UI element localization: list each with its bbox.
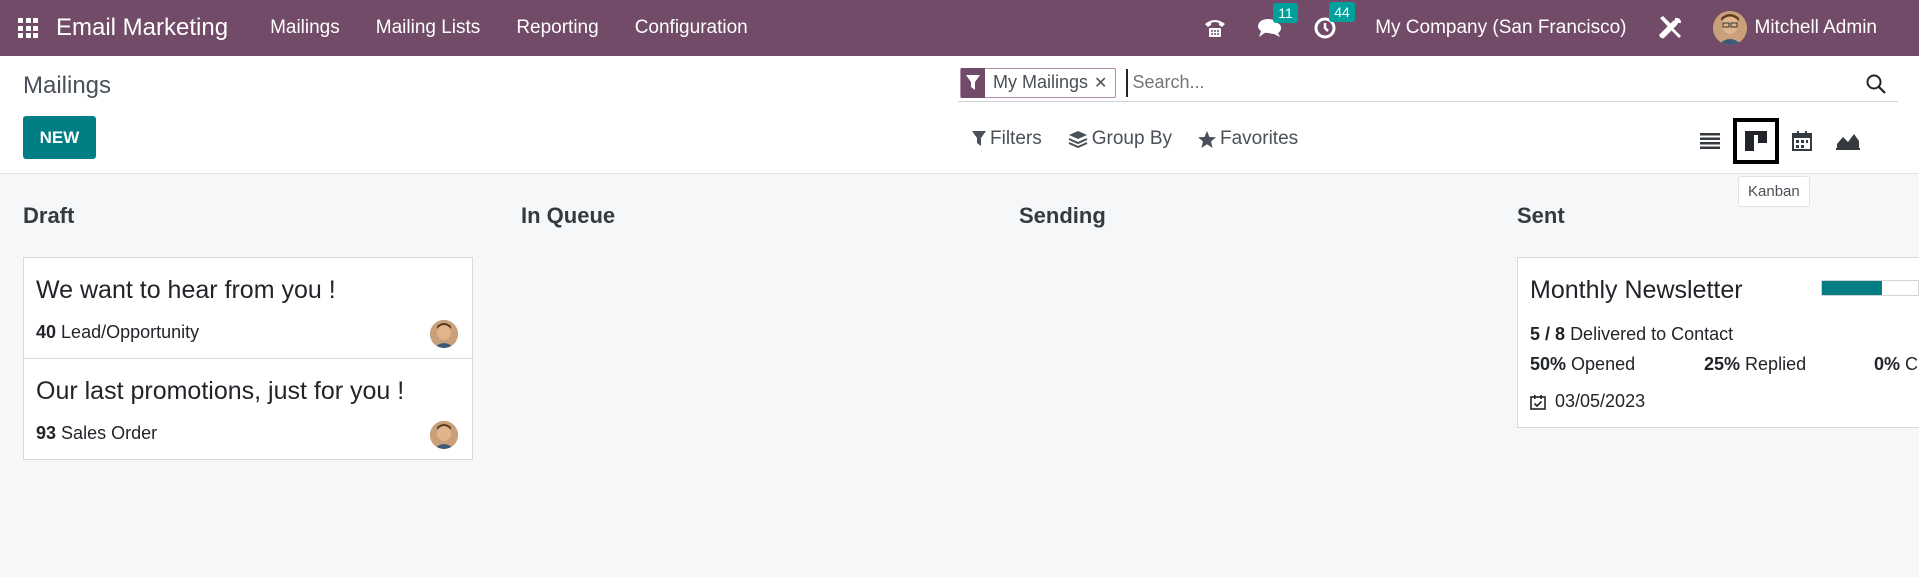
delivered-count: 5	[1530, 324, 1541, 344]
filter-icon	[961, 67, 985, 98]
kanban-card[interactable]: Our last promotions, just for you ! 93 S…	[23, 358, 473, 460]
breadcrumb: Mailings	[23, 72, 112, 99]
activities-badge: 44	[1329, 2, 1355, 22]
user-avatar[interactable]	[1712, 11, 1747, 45]
card-title: Monthly Newsletter	[1530, 276, 1743, 304]
menu-reporting[interactable]: Reporting	[498, 17, 616, 39]
menu-mailing-lists[interactable]: Mailing Lists	[358, 17, 499, 39]
recipient-count: 93	[36, 423, 57, 443]
filters-button[interactable]: Filters	[972, 128, 1042, 150]
clicked-value: 0%	[1874, 354, 1901, 374]
messages-badge: 11	[1273, 3, 1298, 23]
activities-icon[interactable]: 44	[1313, 2, 1355, 40]
opened-value: 50%	[1530, 354, 1567, 374]
layers-icon	[1068, 131, 1088, 148]
view-switcher	[1687, 118, 1871, 164]
clicked-label: C	[1905, 354, 1919, 374]
recipient-model: Sales Order	[61, 423, 158, 443]
kanban-card[interactable]: We want to hear from you ! 40 Lead/Oppor…	[23, 257, 473, 359]
filters-label: Filters	[990, 128, 1042, 149]
delivered-total: 8	[1555, 324, 1566, 344]
clicked-stat: 0% C	[1874, 354, 1918, 375]
new-button[interactable]: NEW	[23, 116, 96, 159]
delivered-separator: /	[1540, 324, 1556, 344]
replied-value: 25%	[1704, 354, 1741, 374]
messages-icon[interactable]: 11	[1257, 3, 1298, 39]
column-title-in-queue[interactable]: In Queue	[521, 203, 615, 229]
opened-label: Opened	[1571, 354, 1636, 374]
systray: 11 44 My Company (San Francisco) Mitchel…	[1203, 0, 1919, 56]
company-switcher[interactable]: My Company (San Francisco)	[1375, 17, 1626, 39]
date-value: 03/05/2023	[1555, 391, 1646, 411]
opened-stat: 50% Opened	[1530, 354, 1635, 375]
menu-mailings[interactable]: Mailings	[252, 17, 358, 39]
column-title-draft[interactable]: Draft	[23, 203, 74, 229]
search-options: Filters Group By Favorites	[972, 128, 1324, 150]
search-input[interactable]	[1126, 68, 1898, 97]
column-title-sent[interactable]: Sent	[1517, 203, 1565, 229]
menu-configuration[interactable]: Configuration	[617, 17, 766, 39]
search-bar: My Mailings ✕	[958, 64, 1898, 102]
top-navbar: Email Marketing Mailings Mailing Lists R…	[0, 0, 1919, 56]
graph-view-icon[interactable]	[1825, 118, 1871, 164]
card-recipients: 40 Lead/Opportunity	[36, 322, 199, 343]
avatar[interactable]	[430, 320, 458, 348]
tools-icon[interactable]	[1657, 15, 1683, 41]
favorites-label: Favorites	[1220, 128, 1299, 149]
delivered-stat: 5 / 8 Delivered to Contact	[1530, 324, 1733, 345]
phone-icon[interactable]	[1203, 17, 1227, 39]
app-title[interactable]: Email Marketing	[56, 14, 228, 42]
replied-label: Replied	[1745, 354, 1807, 374]
avatar[interactable]	[430, 421, 458, 449]
recipient-count: 40	[36, 322, 57, 342]
control-panel: Mailings NEW My Mailings ✕ Filters Group…	[0, 56, 1919, 174]
search-facet: My Mailings ✕	[960, 67, 1117, 98]
card-title: Our last promotions, just for you !	[36, 377, 405, 405]
group-by-button[interactable]: Group By	[1068, 128, 1172, 150]
search-icon[interactable]	[1866, 74, 1886, 99]
filter-icon	[972, 131, 986, 146]
sent-date: 03/05/2023	[1530, 391, 1645, 412]
list-view-icon[interactable]	[1687, 118, 1733, 164]
calendar-check-icon	[1530, 394, 1546, 410]
main-menu: Mailings Mailing Lists Reporting Configu…	[252, 17, 766, 39]
column-title-sending[interactable]: Sending	[1019, 203, 1106, 229]
delivered-label: Delivered to Contact	[1570, 324, 1734, 344]
favorites-button[interactable]: Favorites	[1198, 128, 1298, 150]
user-menu[interactable]: Mitchell Admin	[1755, 17, 1878, 39]
calendar-view-icon[interactable]	[1779, 118, 1825, 164]
facet-remove-icon[interactable]: ✕	[1094, 73, 1115, 93]
recipient-model: Lead/Opportunity	[61, 322, 200, 342]
kanban-tooltip: Kanban	[1738, 176, 1810, 207]
replied-stat: 25% Replied	[1704, 354, 1806, 375]
kanban-view-icon[interactable]	[1733, 118, 1779, 164]
card-title: We want to hear from you !	[36, 276, 336, 304]
card-recipients: 93 Sales Order	[36, 423, 157, 444]
facet-label: My Mailings	[993, 72, 1089, 92]
app-menu-icon[interactable]	[18, 18, 38, 38]
group-by-label: Group By	[1091, 128, 1172, 149]
delivery-progress-bar	[1821, 280, 1919, 296]
star-icon	[1198, 130, 1216, 148]
progress-fill	[1822, 281, 1882, 295]
